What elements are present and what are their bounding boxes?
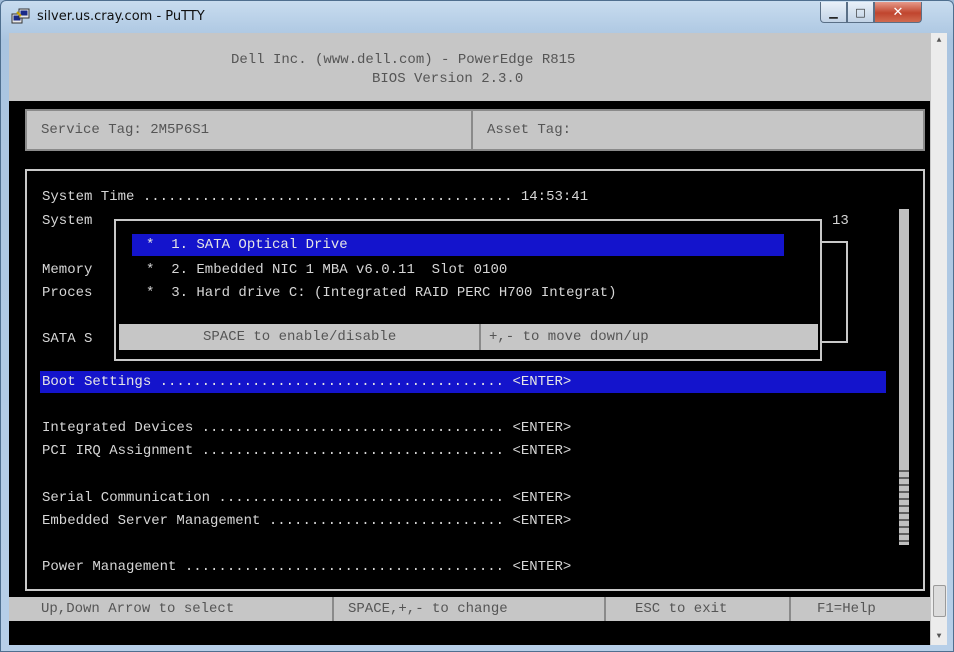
hint-toggle: SPACE to enable/disable [203,329,397,345]
tag-divider [471,111,473,149]
bios-vendor-line: Dell Inc. (www.dell.com) - PowerEdge R81… [231,52,576,68]
menu-processor-partial[interactable]: Proces [42,285,92,302]
menu-system-value-fragment: 13 [832,213,849,229]
menu-boot-settings[interactable]: Boot Settings ..........................… [42,374,571,391]
footer-exit-hint: ESC to exit [635,601,728,617]
minimize-icon: ▁ [829,5,838,19]
menu-memory-partial[interactable]: Memory [42,262,92,279]
scroll-up-arrow-icon[interactable]: ▲ [931,33,947,49]
scroll-down-arrow-icon[interactable]: ▼ [931,629,947,645]
popup-hint-separator [479,324,481,350]
footer-separator [332,597,334,621]
footer-change-hint: SPACE,+,- to change [348,601,508,617]
putty-window: silver.us.cray.com - PuTTY ▁ □ ✕ ▲ ▼ Del… [0,0,954,652]
title-bar[interactable]: silver.us.cray.com - PuTTY ▁ □ ✕ [1,1,953,33]
maximize-icon: □ [855,5,866,19]
footer-help-hint: F1=Help [817,601,876,617]
menu-system-time[interactable]: System Time ............................… [42,189,588,206]
menu-integrated-devices[interactable]: Integrated Devices .....................… [42,420,571,437]
close-button[interactable]: ✕ [874,2,922,23]
boot-item-2[interactable]: * 2. Embedded NIC 1 MBA v6.0.11 Slot 010… [146,262,507,279]
menu-power-management[interactable]: Power Management .......................… [42,559,571,576]
hint-move: +,- to move down/up [489,329,649,345]
menu-scrollbar[interactable] [899,209,909,545]
menu-embedded-server-management[interactable]: Embedded Server Management .............… [42,513,571,530]
minimize-button[interactable]: ▁ [820,2,847,23]
menu-sata-partial[interactable]: SATA S [42,331,92,348]
menu-scroll-grip[interactable] [899,465,909,545]
popup-bracket [820,241,848,343]
footer-separator [789,597,791,621]
putty-icon[interactable] [11,8,31,26]
asset-tag: Asset Tag: [487,122,572,138]
menu-pci-irq[interactable]: PCI IRQ Assignment .....................… [42,443,571,460]
terminal-scrollbar[interactable]: ▲ ▼ [930,33,947,645]
service-tag: Service Tag: 2M5P6S1 [41,122,210,138]
close-icon: ✕ [892,4,904,20]
menu-serial-communication[interactable]: Serial Communication ...................… [42,490,571,507]
window-title: silver.us.cray.com - PuTTY [37,9,205,24]
menu-system-partial[interactable]: System [42,213,92,230]
scroll-thumb[interactable] [933,585,946,617]
maximize-button[interactable]: □ [847,2,874,23]
boot-item-1[interactable]: * 1. SATA Optical Drive [146,237,348,254]
footer-separator [604,597,606,621]
bios-version-line: BIOS Version 2.3.0 [372,71,524,87]
boot-item-3[interactable]: * 3. Hard drive C: (Integrated RAID PERC… [146,285,616,302]
footer-select-hint: Up,Down Arrow to select [41,601,235,617]
